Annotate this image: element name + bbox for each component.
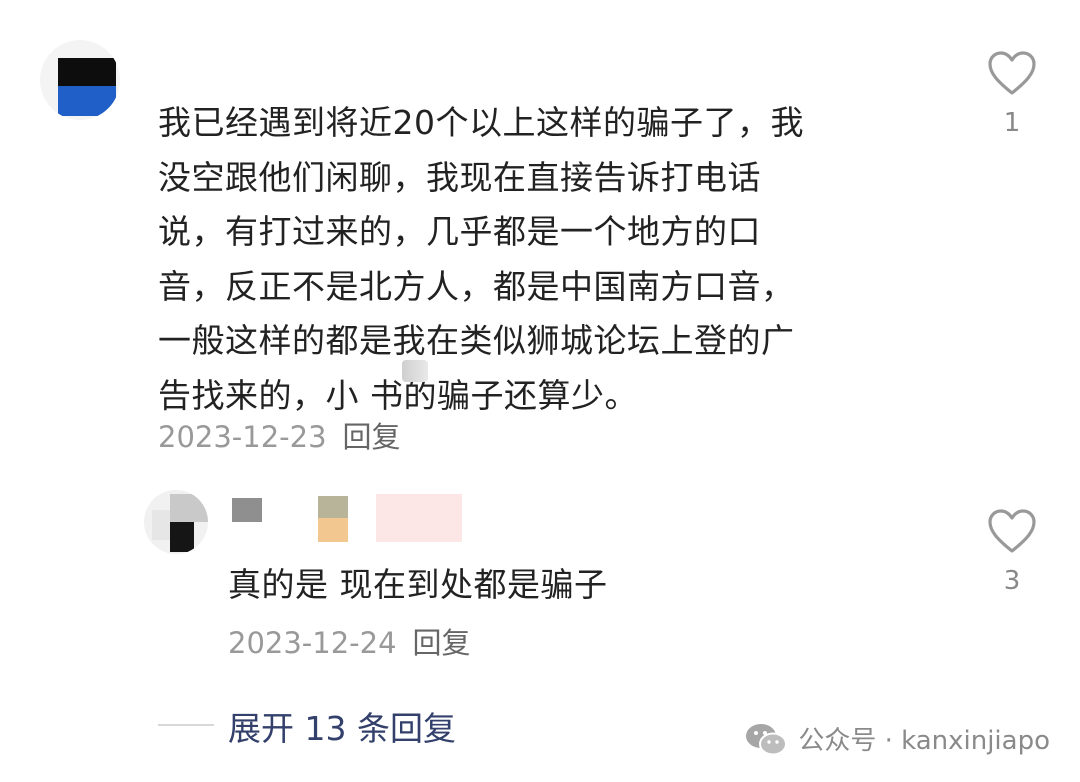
avatar-shade: [170, 522, 194, 552]
avatar-blue-block: [58, 86, 116, 116]
reply-date: 2023-12-24: [228, 626, 397, 660]
username-blur: [318, 518, 348, 542]
avatar-shade: [152, 510, 170, 540]
heart-icon[interactable]: [987, 508, 1037, 554]
avatar-dark-block: [58, 58, 116, 86]
comment-line: 我已经遇到将近20个以上这样的骗子了，我: [158, 103, 804, 142]
like-group: 3: [982, 508, 1042, 596]
avatar-shade: [170, 494, 208, 522]
comment-date: 2023-12-23: [158, 420, 327, 454]
comment-line: 没空跟他们闲聊，我现在直接告诉打电话: [158, 157, 761, 197]
comment-line: 说，有打过来的，几乎都是一个地方的口: [158, 212, 761, 251]
reply-body: 真的是 现在到处都是骗子: [228, 565, 608, 604]
comment-line: 一般这样的都是我在类似狮城论坛上登的广: [158, 321, 795, 360]
like-count: 1: [1003, 108, 1021, 138]
censor-blur: [402, 360, 428, 382]
wechat-icon: [746, 723, 788, 755]
expand-divider: [158, 724, 214, 726]
avatar[interactable]: [40, 40, 120, 120]
comment-meta: 2023-12-23 回复: [158, 414, 401, 456]
reply-button[interactable]: 回复: [343, 420, 401, 454]
username-blur: [318, 496, 348, 518]
heart-icon[interactable]: [987, 50, 1037, 96]
watermark: 公众号 · kanxinjiapo: [744, 720, 1050, 757]
reply-avatar[interactable]: [144, 490, 208, 554]
comment-line: 音，反正不是北方人，都是中国南方口音，: [158, 266, 795, 306]
reply-meta: 2023-12-24 回复: [228, 620, 471, 662]
like-count: 3: [1003, 566, 1021, 596]
username-blur: [376, 494, 462, 542]
username-blur: [232, 498, 262, 522]
watermark-text: 公众号 · kanxinjiapo: [798, 726, 1050, 756]
like-group: 1: [982, 50, 1042, 138]
expand-replies-button[interactable]: 展开 13 条回复: [228, 702, 456, 750]
comment-body: 我已经遇到将近20个以上这样的骗子了，我 没空跟他们闲聊，我现在直接告诉打电话 …: [158, 96, 918, 423]
reply-button[interactable]: 回复: [413, 626, 471, 660]
